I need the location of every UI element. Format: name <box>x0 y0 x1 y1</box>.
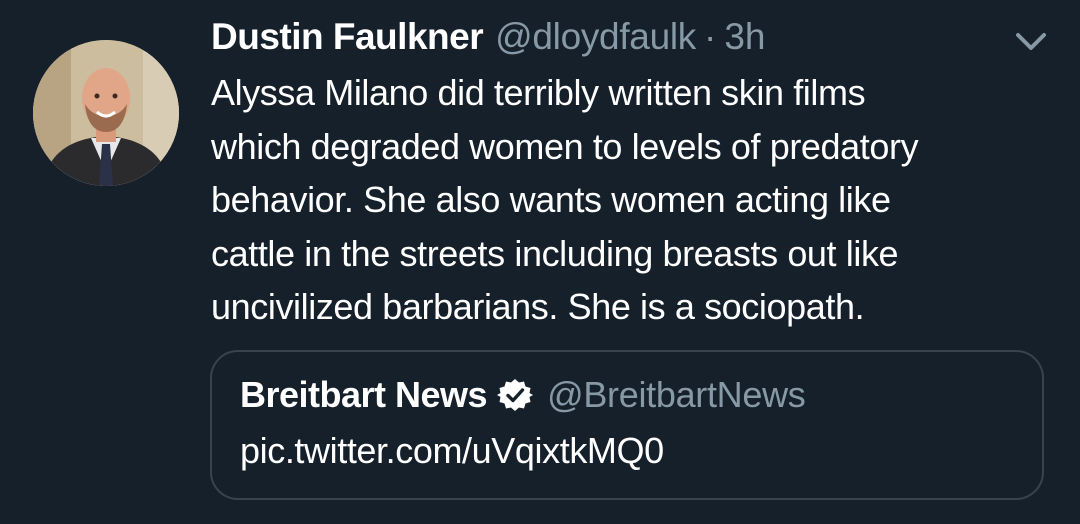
author-display-name[interactable]: Dustin Faulkner <box>211 16 484 58</box>
tweet-text: Alyssa Milano did terribly written skin … <box>211 66 1061 334</box>
tweet-text-line: behavior. She also wants women acting li… <box>211 179 891 220</box>
tweet-text-line: Alyssa Milano did terribly written skin … <box>211 72 866 113</box>
tweet-text-line: which degraded women to levels of predat… <box>211 125 919 167</box>
author-handle[interactable]: @dloydfaulk <box>495 16 696 58</box>
tweet-text-line: uncivilized barbarians. She is a sociopa… <box>211 286 865 327</box>
header-separator: · <box>703 16 717 57</box>
tweet-timestamp[interactable]: 3h <box>724 16 765 58</box>
quoted-author-handle: @BreitbartNews <box>547 374 806 415</box>
quoted-tweet-card[interactable]: Breitbart News @BreitbartNews pic.twitte… <box>210 350 1044 500</box>
avatar[interactable] <box>33 40 179 186</box>
avatar-photo <box>33 40 179 186</box>
chevron-down-icon[interactable] <box>1014 28 1048 54</box>
quoted-tweet-text[interactable]: pic.twitter.com/uVqixtkMQ0 <box>240 430 664 472</box>
tweet[interactable]: Dustin Faulkner @dloydfaulk · 3h Alyssa … <box>0 0 1080 524</box>
verified-badge-icon <box>497 377 534 413</box>
quoted-tweet-header: Breitbart News @BreitbartNews <box>240 374 806 416</box>
tweet-header: Dustin Faulkner @dloydfaulk · 3h <box>211 16 765 60</box>
quoted-author-display-name: Breitbart News <box>240 374 488 415</box>
tweet-text-line: cattle in the streets including breasts … <box>211 232 899 274</box>
